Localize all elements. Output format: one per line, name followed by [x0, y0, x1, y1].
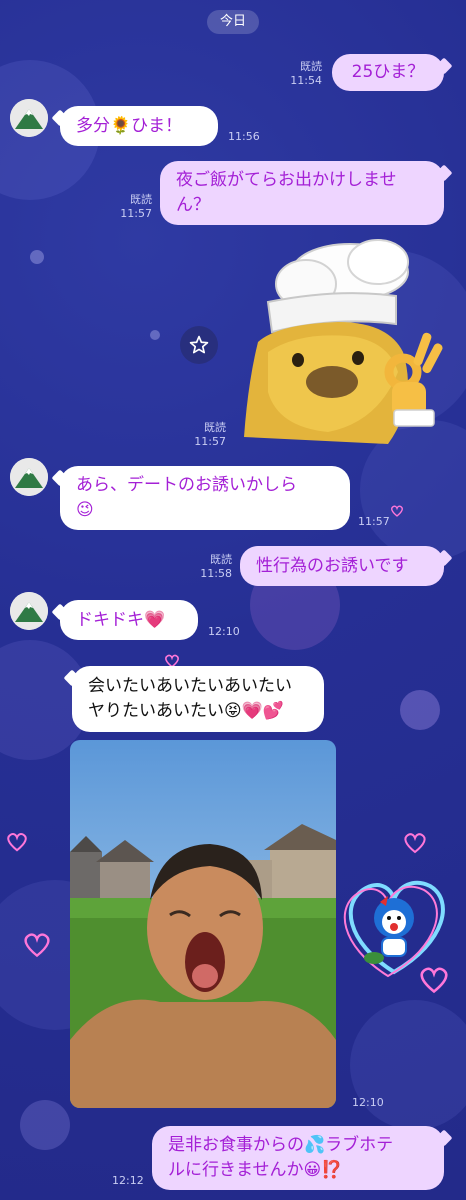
received-message-bubble[interactable]: ドキドキ💗 [60, 600, 198, 640]
message-meta: 既読 11:57 [188, 421, 226, 449]
contact-avatar[interactable] [10, 458, 48, 496]
read-receipt: 既読 [130, 193, 152, 206]
date-separator: 今日 [207, 10, 259, 34]
sent-message-bubble[interactable]: 是非お食事からの💦ラブホテ ルに行きませんか😀⁉️ [152, 1126, 444, 1190]
message-text-line: あら、デートのお誘いかしら [76, 475, 297, 495]
message-text: 25ひま？ [351, 62, 425, 82]
message-text-line: 会いたいあいたいあいたい [88, 676, 292, 696]
sent-message-bubble[interactable]: 夜ご飯がてらお出かけしませ ん？ [160, 161, 444, 225]
timestamp: 11:57 [120, 207, 152, 220]
star-icon [189, 335, 209, 354]
message-meta: 既読 11:58 [194, 553, 232, 581]
message-text-line: ヤりたいあいたい😝💗💕 [88, 701, 285, 721]
message-text: 性行為のお誘いです [256, 556, 409, 576]
favorite-sticker-button[interactable] [180, 326, 218, 364]
received-message-bubble[interactable]: 多分🌻ひま！ [60, 106, 218, 146]
mountain-avatar-icon [10, 458, 48, 496]
received-message-bubble[interactable]: あら、デートのお誘いかしら 😉 [60, 466, 350, 530]
timestamp: 11:54 [290, 74, 322, 87]
timestamp: 12:10 [208, 625, 240, 638]
contact-avatar[interactable] [10, 592, 48, 630]
read-receipt: 既読 [210, 553, 232, 566]
chef-chick-sticker[interactable] [228, 232, 446, 447]
read-receipt: 既読 [300, 60, 322, 73]
message-text-line: 😉 [76, 500, 94, 520]
read-receipt: 既読 [204, 421, 226, 434]
sent-message-bubble[interactable]: 25ひま？ [332, 54, 444, 91]
message-text: 多分🌻ひま！ [76, 116, 183, 136]
message-meta: 既読 11:57 [114, 193, 152, 221]
heart-decoration-icon [7, 833, 27, 852]
timestamp: 11:57 [358, 515, 390, 528]
heart-decoration-icon [404, 833, 426, 854]
message-text-line: ルに行きませんか😀⁉️ [168, 1160, 343, 1180]
sent-message-bubble[interactable]: 性行為のお誘いです [240, 546, 444, 586]
timestamp: 11:57 [194, 435, 226, 448]
shared-photo[interactable] [70, 740, 336, 1108]
message-meta: 既読 11:54 [282, 60, 322, 88]
character-heart-sticker [336, 872, 454, 982]
message-text: ドキドキ💗 [76, 610, 166, 630]
heart-decoration-icon [391, 505, 403, 517]
contact-avatar[interactable] [10, 99, 48, 137]
timestamp: 12:12 [112, 1174, 144, 1187]
message-text-line: ん？ [176, 195, 210, 215]
mountain-avatar-icon [10, 592, 48, 630]
message-text-line: 夜ご飯がてらお出かけしませ [176, 170, 397, 190]
timestamp: 11:58 [200, 567, 232, 580]
timestamp: 11:56 [228, 130, 260, 143]
timestamp: 12:10 [352, 1096, 384, 1109]
heart-decoration-icon [24, 933, 50, 958]
message-text-line: 是非お食事からの💦ラブホテ [168, 1135, 394, 1155]
received-message-bubble[interactable]: 会いたいあいたいあいたい ヤりたいあいたい😝💗💕 [72, 666, 324, 732]
mountain-avatar-icon [10, 99, 48, 137]
